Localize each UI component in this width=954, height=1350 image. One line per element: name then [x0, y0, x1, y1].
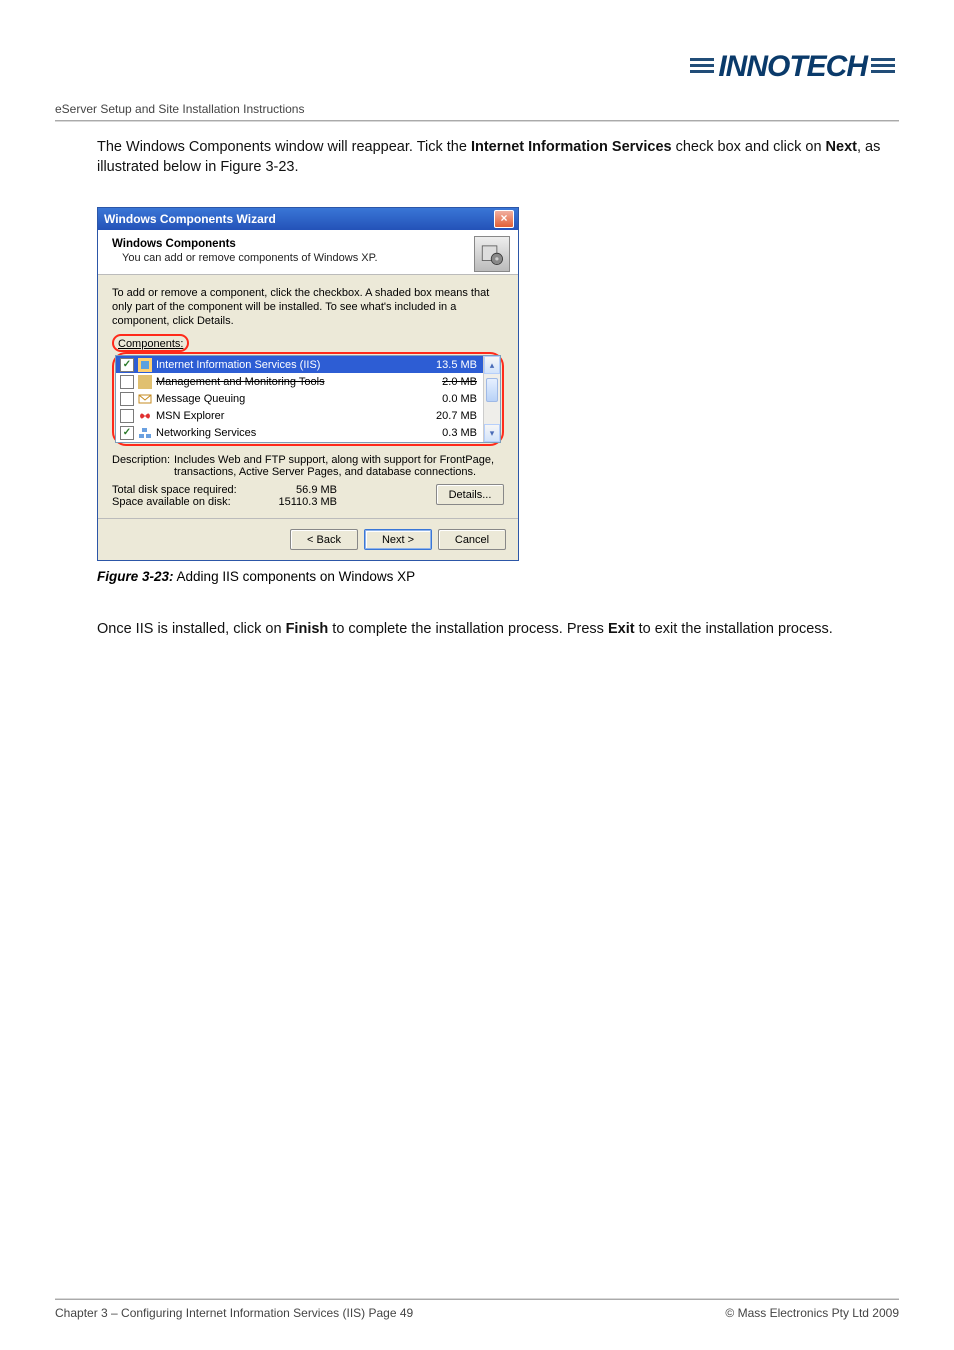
- brand-logo-text: INNOTECH: [718, 50, 867, 83]
- description-label: Description:: [112, 454, 174, 478]
- checkbox-icon[interactable]: [120, 358, 134, 372]
- page-footer: Chapter 3 – Configuring Internet Informa…: [55, 1292, 899, 1320]
- component-size: 2.0 MB: [417, 376, 479, 388]
- space-required-label: Total disk space required:: [112, 484, 257, 496]
- component-name: Networking Services: [156, 427, 417, 439]
- wizard-title: Windows Components Wizard: [102, 212, 494, 226]
- scroll-up-icon[interactable]: [484, 356, 500, 374]
- content-area: The Windows Components window will reapp…: [97, 138, 899, 640]
- annotation-oval-row: Internet Information Services (IIS) 13.5…: [112, 352, 504, 446]
- msn-butterfly-icon: [138, 409, 152, 423]
- component-size: 13.5 MB: [417, 359, 479, 371]
- network-icon: [138, 426, 152, 440]
- bold-next: Next: [826, 139, 857, 155]
- checkbox-icon[interactable]: [120, 426, 134, 440]
- wizard-instruction-text: To add or remove a component, click the …: [112, 287, 504, 328]
- tools-icon: [138, 375, 152, 389]
- component-size: 0.3 MB: [417, 427, 479, 439]
- text-fragment: to exit the installation process.: [635, 621, 833, 637]
- bold-finish: Finish: [286, 621, 329, 637]
- paragraph-finish: Once IIS is installed, click on Finish t…: [97, 620, 899, 640]
- figure-container: Windows Components Wizard × Windows Comp…: [97, 207, 899, 584]
- list-item[interactable]: Networking Services 0.3 MB: [116, 424, 483, 441]
- text-fragment: check box and click on: [672, 139, 826, 155]
- next-button[interactable]: Next >: [364, 529, 432, 550]
- component-name: Internet Information Services (IIS): [156, 359, 417, 371]
- header-rule: [55, 120, 899, 122]
- scrollbar[interactable]: [483, 356, 500, 442]
- checkbox-icon[interactable]: [120, 392, 134, 406]
- windows-components-wizard: Windows Components Wizard × Windows Comp…: [97, 207, 519, 561]
- list-item[interactable]: Message Queuing 0.0 MB: [116, 390, 483, 407]
- wizard-header-title: Windows Components: [112, 238, 504, 250]
- disk-space-block: Total disk space required: 56.9 MB Space…: [112, 484, 504, 508]
- component-name: Message Queuing: [156, 393, 417, 405]
- envelope-icon: [138, 392, 152, 406]
- checkbox-icon[interactable]: [120, 375, 134, 389]
- details-button[interactable]: Details...: [436, 484, 504, 505]
- footer-left: Chapter 3 – Configuring Internet Informa…: [55, 1306, 725, 1320]
- space-available-label: Space available on disk:: [112, 496, 257, 508]
- document-page: INNOTECH eServer Setup and Site Installa…: [0, 0, 954, 1350]
- description-block: Description: Includes Web and FTP suppor…: [112, 454, 504, 478]
- paragraph-intro: The Windows Components window will reapp…: [97, 138, 899, 177]
- figure-caption: Figure 3-23: Adding IIS components on Wi…: [97, 569, 899, 584]
- wizard-header: Windows Components You can add or remove…: [98, 230, 518, 275]
- wizard-titlebar[interactable]: Windows Components Wizard ×: [98, 208, 518, 230]
- component-name: MSN Explorer: [156, 410, 417, 422]
- checkbox-icon[interactable]: [120, 409, 134, 423]
- close-icon[interactable]: ×: [494, 210, 514, 228]
- bold-exit: Exit: [608, 621, 635, 637]
- components-label: Components:: [118, 338, 183, 350]
- bold-iis: Internet Information Services: [471, 139, 672, 155]
- footer-rule: [55, 1298, 899, 1300]
- scroll-thumb[interactable]: [484, 374, 500, 424]
- description-text: Includes Web and FTP support, along with…: [174, 454, 504, 478]
- space-available-value: 15110.3 MB: [257, 496, 337, 508]
- text-fragment: Once IIS is installed, click on: [97, 621, 286, 637]
- cancel-button[interactable]: Cancel: [438, 529, 506, 550]
- components-listbox[interactable]: Internet Information Services (IIS) 13.5…: [115, 355, 501, 443]
- list-item[interactable]: MSN Explorer 20.7 MB: [116, 407, 483, 424]
- text-fragment: The Windows Components window will reapp…: [97, 139, 471, 155]
- text-fragment: to complete the installation process. Pr…: [328, 621, 608, 637]
- wizard-header-subtitle: You can add or remove components of Wind…: [122, 252, 504, 264]
- component-size: 20.7 MB: [417, 410, 479, 422]
- components-icon: [474, 236, 510, 272]
- scroll-down-icon[interactable]: [484, 424, 500, 442]
- space-required-value: 56.9 MB: [257, 484, 337, 496]
- list-item[interactable]: Internet Information Services (IIS) 13.5…: [116, 356, 483, 373]
- iis-icon: [138, 358, 152, 372]
- footer-right: © Mass Electronics Pty Ltd 2009: [725, 1306, 899, 1320]
- annotation-oval-components: Components:: [112, 334, 189, 352]
- component-name: Management and Monitoring Tools: [156, 376, 417, 388]
- figure-caption-text: Adding IIS components on Windows XP: [174, 569, 416, 584]
- wizard-footer: < Back Next > Cancel: [98, 518, 518, 560]
- figure-label: Figure 3-23:: [97, 569, 174, 584]
- brand-logo: INNOTECH: [686, 50, 899, 84]
- back-button[interactable]: < Back: [290, 529, 358, 550]
- components-rows: Internet Information Services (IIS) 13.5…: [116, 356, 483, 442]
- list-item[interactable]: Management and Monitoring Tools 2.0 MB: [116, 373, 483, 390]
- doc-title: eServer Setup and Site Installation Inst…: [55, 102, 899, 116]
- component-size: 0.0 MB: [417, 393, 479, 405]
- wizard-body: To add or remove a component, click the …: [98, 275, 518, 518]
